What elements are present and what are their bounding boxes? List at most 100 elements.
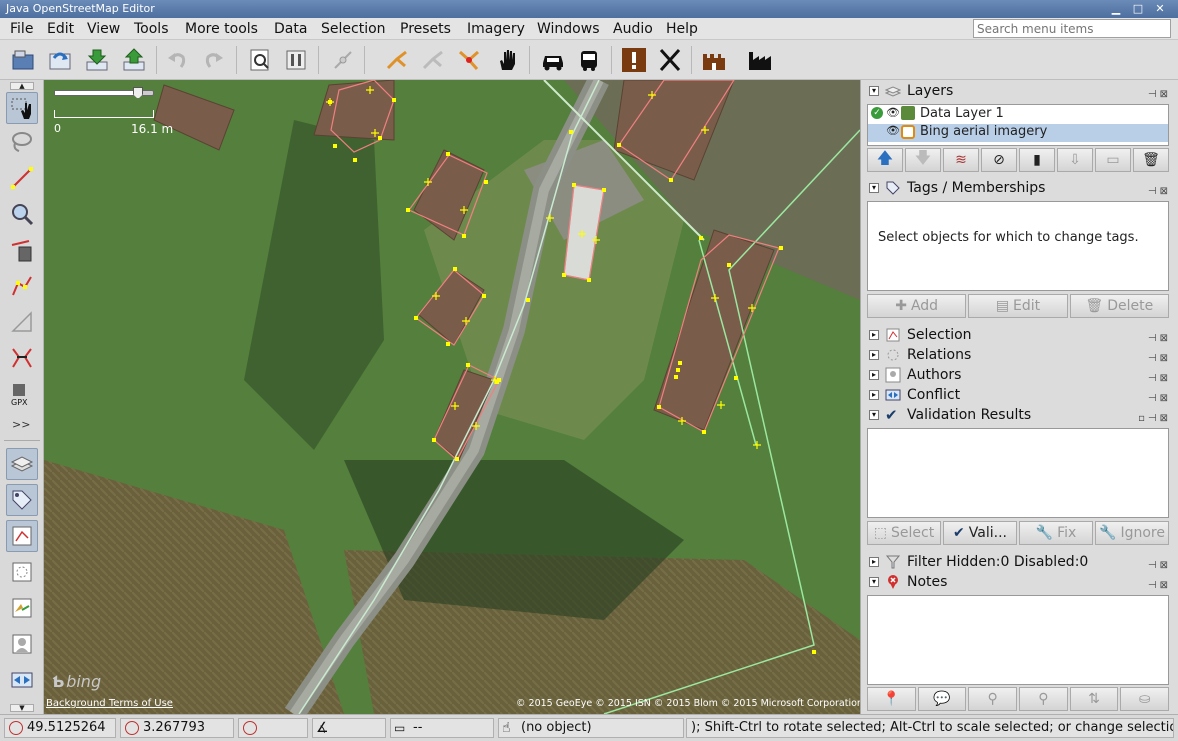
activate-layer-button[interactable]: ≋ [943,148,979,172]
download-button[interactable] [80,43,114,77]
menu-search-input[interactable] [973,19,1171,38]
combine-way-button[interactable] [380,43,414,77]
duplicate-layer-button[interactable]: ▭ [1095,148,1131,172]
scroll-up-icon[interactable]: ▲ [10,82,34,90]
panel-dock-buttons[interactable]: ⊣⊠ [1148,576,1171,595]
collapse-icon[interactable]: ▾ [869,410,879,420]
upload-notes-button[interactable]: ⛀ [1120,687,1170,711]
delete-tag-button[interactable]: 🗑 Delete [1069,294,1169,318]
castle-preset-button[interactable] [697,43,731,77]
menu-tools[interactable]: Tools [134,20,169,38]
conflict-panel-header[interactable]: ▸ Conflict ⊣⊠ [865,386,1173,405]
menu-view[interactable]: View [87,20,120,38]
layer-row[interactable]: ✓ 👁 Data Layer 1 [868,106,1168,124]
select-mode-tool[interactable] [6,92,38,124]
tags-toggle[interactable] [6,484,38,516]
delete-mode-tool[interactable] [6,234,38,266]
split-way-button[interactable] [326,43,360,77]
preferences-button[interactable] [279,43,313,77]
menu-data[interactable]: Data [274,20,307,38]
background-terms-link[interactable]: Background Terms of Use [46,698,173,709]
visibility-eye-icon[interactable]: 👁 [886,106,900,119]
selection-panel-header[interactable]: ▸ Selection ⊣⊠ [865,326,1173,345]
upload-button[interactable] [117,43,151,77]
expand-icon[interactable]: ▸ [869,557,879,567]
layers-panel-header[interactable]: ▾ Layers ⊣⊠ [865,82,1173,101]
conflict-toggle[interactable] [6,664,38,696]
collapse-icon[interactable]: ▾ [869,183,879,193]
industrial-preset-button[interactable] [743,43,777,77]
authors-panel-header[interactable]: ▸ Authors ⊣⊠ [865,366,1173,385]
pan-button[interactable] [490,43,524,77]
close-note-button[interactable]: ⚲ [968,687,1018,711]
relations-toggle[interactable] [6,556,38,588]
toggle-visibility-button[interactable]: ⊘ [981,148,1017,172]
validation-panel-header[interactable]: ▾ ✔ Validation Results ▫⊣⊠ [865,406,1173,425]
filter-panel-header[interactable]: ▸ Filter Hidden:0 Disabled:0 ⊣⊠ [865,553,1173,572]
close-icon[interactable]: ✕ [1152,2,1168,16]
layer-row[interactable]: 👁 Bing aerial imagery [868,124,1168,142]
panel-dock-buttons[interactable]: ⊣⊠ [1148,85,1171,104]
collapse-icon[interactable]: ▾ [869,577,879,587]
gpx-tool[interactable]: GPX [6,378,38,410]
menu-help[interactable]: Help [666,20,698,38]
comment-note-button[interactable]: 💬 [917,687,967,711]
zoom-mode-tool[interactable] [6,198,38,230]
collapse-icon[interactable]: ▾ [869,86,879,96]
merge-nodes-button[interactable] [452,43,486,77]
expand-icon[interactable]: ▸ [869,330,879,340]
parallel-way-tool[interactable] [6,306,38,338]
menu-edit[interactable]: Edit [47,20,74,38]
menu-audio[interactable]: Audio [613,20,653,38]
menu-imagery[interactable]: Imagery [467,20,525,38]
menu-windows[interactable]: Windows [537,20,600,38]
map-view[interactable]: 0 16.1 m Ƅbing Background Terms of Use ©… [44,80,860,714]
open-file-button[interactable] [6,43,40,77]
zoom-to-data-button[interactable] [243,43,277,77]
menu-file[interactable]: File [10,20,33,38]
active-layer-icon[interactable]: ✓ [871,107,883,119]
bus-preset-button[interactable] [572,43,606,77]
more-tools-toggle[interactable]: >> [12,418,30,431]
expand-icon[interactable]: ▸ [869,390,879,400]
reverse-way-button[interactable] [416,43,450,77]
visibility-eye-icon[interactable]: 👁 [886,124,900,137]
redo-button[interactable] [197,43,231,77]
selection-list-toggle[interactable] [6,520,38,552]
validate-button[interactable]: ✔ Vali... [943,521,1017,545]
node-tool[interactable] [6,342,38,374]
notes-list[interactable] [867,595,1169,685]
delete-layer-button[interactable]: 🗑 [1133,148,1169,172]
fix-button[interactable]: 🔧 Fix [1019,521,1093,545]
ignore-button[interactable]: 🔧 Ignore [1095,521,1169,545]
lasso-mode-tool[interactable] [6,126,38,158]
panel-dock-buttons[interactable]: ▫⊣⊠ [1138,409,1171,428]
save-button[interactable] [43,43,77,77]
move-up-button[interactable]: 🡅 [867,148,903,172]
opacity-button[interactable]: ▮ [1019,148,1055,172]
add-tag-button[interactable]: ✚ Add [867,294,967,318]
validation-select-button[interactable]: ⬚ Select [867,521,941,545]
expand-icon[interactable]: ▸ [869,350,879,360]
expand-icon[interactable]: ▸ [869,370,879,380]
merge-layer-button[interactable]: ⇩ [1057,148,1093,172]
car-preset-button[interactable] [536,43,570,77]
validation-results-list[interactable] [867,428,1169,518]
undo-button[interactable] [160,43,194,77]
new-note-button[interactable]: 📍 [867,687,916,711]
panel-dock-buttons[interactable]: ⊣⊠ [1148,182,1171,201]
menu-more-tools[interactable]: More tools [185,20,258,38]
scroll-down-icon[interactable]: ▼ [10,704,34,712]
authors-toggle[interactable] [6,628,38,660]
minimize-icon[interactable]: ▁ [1108,2,1124,16]
move-down-button[interactable]: 🡇 [905,148,941,172]
restaurant-preset-button[interactable] [653,43,687,77]
relations-panel-header[interactable]: ▸ Relations ⊣⊠ [865,346,1173,365]
sort-notes-button[interactable]: ⇅ [1069,687,1119,711]
layers-list[interactable]: ✓ 👁 Data Layer 1 👁 Bing aerial imagery [867,104,1169,146]
menu-selection[interactable]: Selection [321,20,386,38]
hazard-preset-button[interactable] [617,43,651,77]
maximize-icon[interactable]: □ [1130,2,1146,16]
zoom-slider[interactable] [54,87,154,99]
improve-way-tool[interactable] [6,270,38,302]
